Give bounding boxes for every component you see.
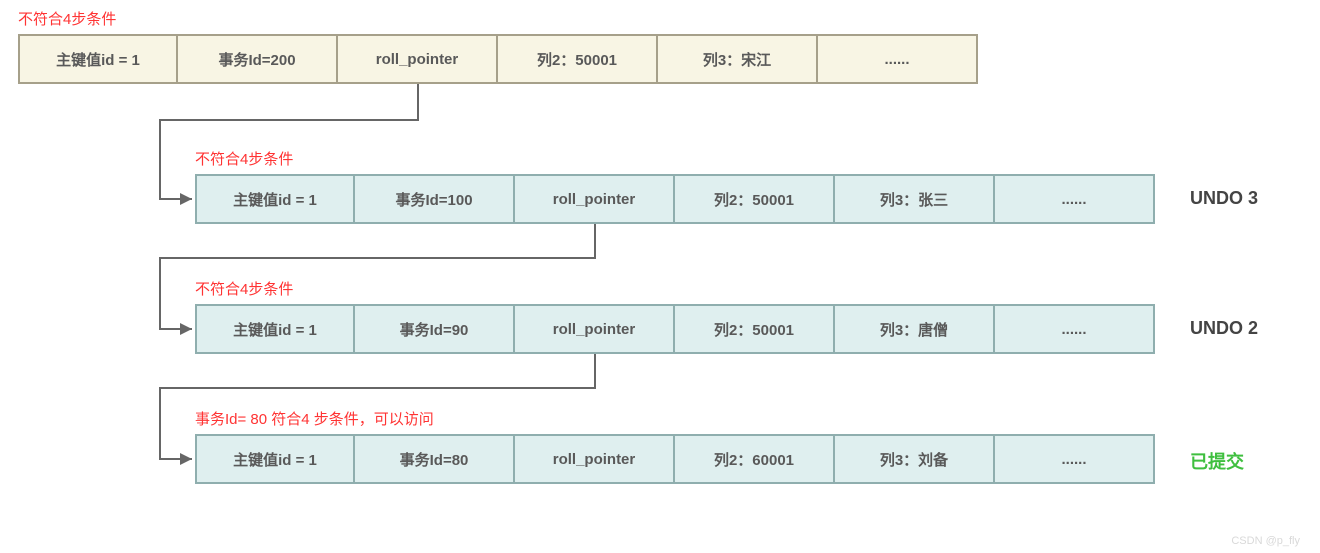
- cell-pk: 主键值id = 1: [195, 434, 355, 484]
- cell-rollp: roll_pointer: [515, 174, 675, 224]
- cell-col2: 列2：50001: [675, 174, 835, 224]
- row-undo3: 主键值id = 1 事务Id=100 roll_pointer 列2：50001…: [195, 174, 1155, 224]
- note-committed: 事务Id= 80 符合4 步条件，可以访问: [195, 408, 434, 429]
- cell-rollp: roll_pointer: [515, 304, 675, 354]
- diagram-canvas: 不符合4步条件 主键值id = 1 事务Id=200 roll_pointer …: [0, 0, 1320, 553]
- cell-col3: 列3：刘备: [835, 434, 995, 484]
- cell-pk: 主键值id = 1: [195, 174, 355, 224]
- cell-col2: 列2：50001: [498, 34, 658, 84]
- cell-more: ......: [818, 34, 978, 84]
- cell-txid: 事务Id=80: [355, 434, 515, 484]
- note-undo2: 不符合4步条件: [195, 278, 293, 299]
- cell-txid: 事务Id=90: [355, 304, 515, 354]
- note-undo3: 不符合4步条件: [195, 148, 293, 169]
- cell-pk: 主键值id = 1: [195, 304, 355, 354]
- cell-rollp: roll_pointer: [515, 434, 675, 484]
- row-undo2: 主键值id = 1 事务Id=90 roll_pointer 列2：50001 …: [195, 304, 1155, 354]
- cell-pk: 主键值id = 1: [18, 34, 178, 84]
- cell-col2: 列2：60001: [675, 434, 835, 484]
- cell-col3: 列3：张三: [835, 174, 995, 224]
- label-undo3: UNDO 3: [1190, 188, 1258, 209]
- cell-col3: 列3：宋江: [658, 34, 818, 84]
- label-undo2: UNDO 2: [1190, 318, 1258, 339]
- cell-col3: 列3：唐僧: [835, 304, 995, 354]
- watermark: CSDN @p_fly: [1231, 535, 1300, 547]
- cell-more: ......: [995, 304, 1155, 354]
- cell-txid: 事务Id=100: [355, 174, 515, 224]
- note-top: 不符合4步条件: [18, 8, 116, 29]
- cell-more: ......: [995, 434, 1155, 484]
- cell-col2: 列2：50001: [675, 304, 835, 354]
- cell-more: ......: [995, 174, 1155, 224]
- cell-txid: 事务Id=200: [178, 34, 338, 84]
- row-current: 主键值id = 1 事务Id=200 roll_pointer 列2：50001…: [18, 34, 978, 84]
- row-committed: 主键值id = 1 事务Id=80 roll_pointer 列2：60001 …: [195, 434, 1155, 484]
- cell-rollp: roll_pointer: [338, 34, 498, 84]
- label-committed: 已提交: [1190, 448, 1244, 474]
